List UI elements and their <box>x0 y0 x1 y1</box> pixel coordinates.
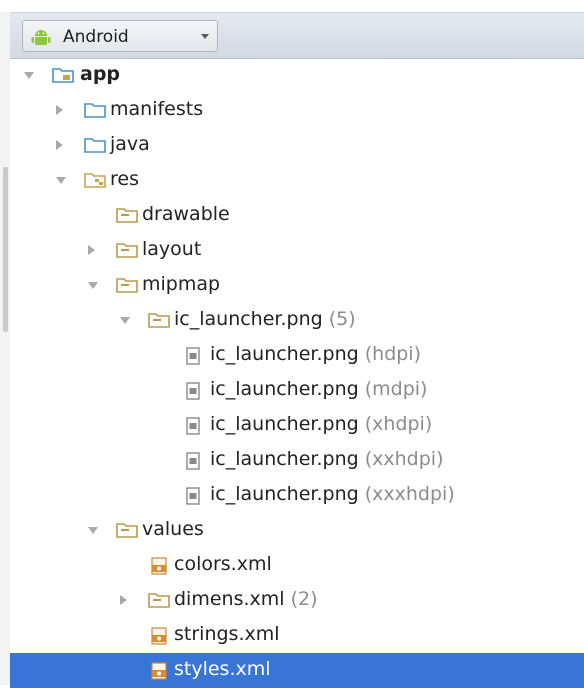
tree-label-ic-launcher-xxxhdpi: ic_launcher.png (xxxhdpi) <box>210 483 455 505</box>
tree-node-strings-xml[interactable]: strings.xml <box>10 618 584 653</box>
tree-node-ic-launcher-xhdpi[interactable]: ic_launcher.png (xhdpi) <box>10 408 584 443</box>
expand-arrow-icon[interactable] <box>88 527 98 534</box>
resource-folder-icon <box>116 523 138 538</box>
tree-node-ic-launcher-xxhdpi[interactable]: ic_launcher.png (xxhdpi) <box>10 443 584 478</box>
tree-label-mipmap: mipmap <box>142 273 221 295</box>
image-file-icon <box>186 417 200 435</box>
scrollbar-thumb[interactable] <box>3 167 8 332</box>
tree-label-ic-launcher-xhdpi: ic_launcher.png (xhdpi) <box>210 413 433 435</box>
resource-folder-icon <box>116 278 138 293</box>
resource-folder-icon <box>148 313 170 328</box>
tree-node-styles-xml[interactable]: styles.xml <box>10 653 584 688</box>
tree-node-colors-xml[interactable]: colors.xml <box>10 548 584 583</box>
tree-node-manifests[interactable]: manifests <box>10 93 584 128</box>
folder-icon <box>84 103 106 118</box>
tree-label-strings-xml: strings.xml <box>174 623 280 645</box>
tree-label-java: java <box>110 133 150 155</box>
tree-label-ic-launcher-group: ic_launcher.png (5) <box>174 308 356 330</box>
tree-node-mipmap[interactable]: mipmap <box>10 268 584 303</box>
tree-label-app: app <box>80 63 121 85</box>
expand-arrow-icon[interactable] <box>88 282 98 289</box>
tree-label-drawable: drawable <box>142 203 230 225</box>
tree-label-res: res <box>110 168 139 190</box>
panel-top-edge <box>0 0 584 13</box>
folder-icon <box>84 138 106 153</box>
collapse-arrow-icon[interactable] <box>56 105 63 115</box>
expand-arrow-icon[interactable] <box>120 317 130 324</box>
resource-root-folder-icon <box>84 173 106 188</box>
project-panel: Android app manifests java res drawable … <box>0 0 584 688</box>
tree-node-ic-launcher-mdpi[interactable]: ic_launcher.png (mdpi) <box>10 373 584 408</box>
xml-file-icon <box>151 557 167 575</box>
left-scrollbar[interactable] <box>0 12 10 685</box>
project-view-selector[interactable]: Android <box>22 20 218 52</box>
resource-folder-icon <box>116 208 138 223</box>
file-count: (2) <box>290 588 318 610</box>
tree-label-dimens-xml: dimens.xml (2) <box>174 588 318 610</box>
tree-node-ic-launcher-group[interactable]: ic_launcher.png (5) <box>10 303 584 338</box>
image-file-icon <box>186 382 200 400</box>
collapse-arrow-icon[interactable] <box>120 595 127 605</box>
tree-node-java[interactable]: java <box>10 128 584 163</box>
tree-label-manifests: manifests <box>110 98 204 120</box>
resource-folder-icon <box>148 593 170 608</box>
tree-label-colors-xml: colors.xml <box>174 553 272 575</box>
tree-label-layout: layout <box>142 238 202 260</box>
tree-node-layout[interactable]: layout <box>10 233 584 268</box>
android-icon <box>31 30 51 45</box>
tree-label-ic-launcher-xxhdpi: ic_launcher.png (xxhdpi) <box>210 448 444 470</box>
chevron-down-icon[interactable] <box>201 34 209 39</box>
tree-node-dimens-xml[interactable]: dimens.xml (2) <box>10 583 584 618</box>
tree-label-values: values <box>142 518 204 540</box>
xml-file-icon <box>151 627 167 645</box>
image-file-icon <box>186 487 200 505</box>
resource-folder-icon <box>116 243 138 258</box>
collapse-arrow-icon[interactable] <box>88 245 95 255</box>
tree-node-values[interactable]: values <box>10 513 584 548</box>
tree-node-ic-launcher-hdpi[interactable]: ic_launcher.png (hdpi) <box>10 338 584 373</box>
expand-arrow-icon[interactable] <box>56 177 66 184</box>
project-view-label: Android <box>63 27 129 47</box>
tree-label-styles-xml: styles.xml <box>174 658 271 680</box>
image-file-icon <box>186 452 200 470</box>
tree-node-ic-launcher-xxxhdpi[interactable]: ic_launcher.png (xxxhdpi) <box>10 478 584 513</box>
tree-label-ic-launcher-mdpi: ic_launcher.png (mdpi) <box>210 378 428 400</box>
collapse-arrow-icon[interactable] <box>56 140 63 150</box>
tree-node-res[interactable]: res <box>10 163 584 198</box>
file-count: (5) <box>328 308 356 330</box>
tree-label-ic-launcher-hdpi: ic_launcher.png (hdpi) <box>210 343 422 365</box>
module-folder-icon <box>52 68 74 83</box>
expand-arrow-icon[interactable] <box>24 72 34 79</box>
image-file-icon <box>186 347 200 365</box>
xml-file-icon <box>151 662 167 680</box>
tree-node-drawable[interactable]: drawable <box>10 198 584 233</box>
tree-node-app[interactable]: app <box>10 58 584 93</box>
